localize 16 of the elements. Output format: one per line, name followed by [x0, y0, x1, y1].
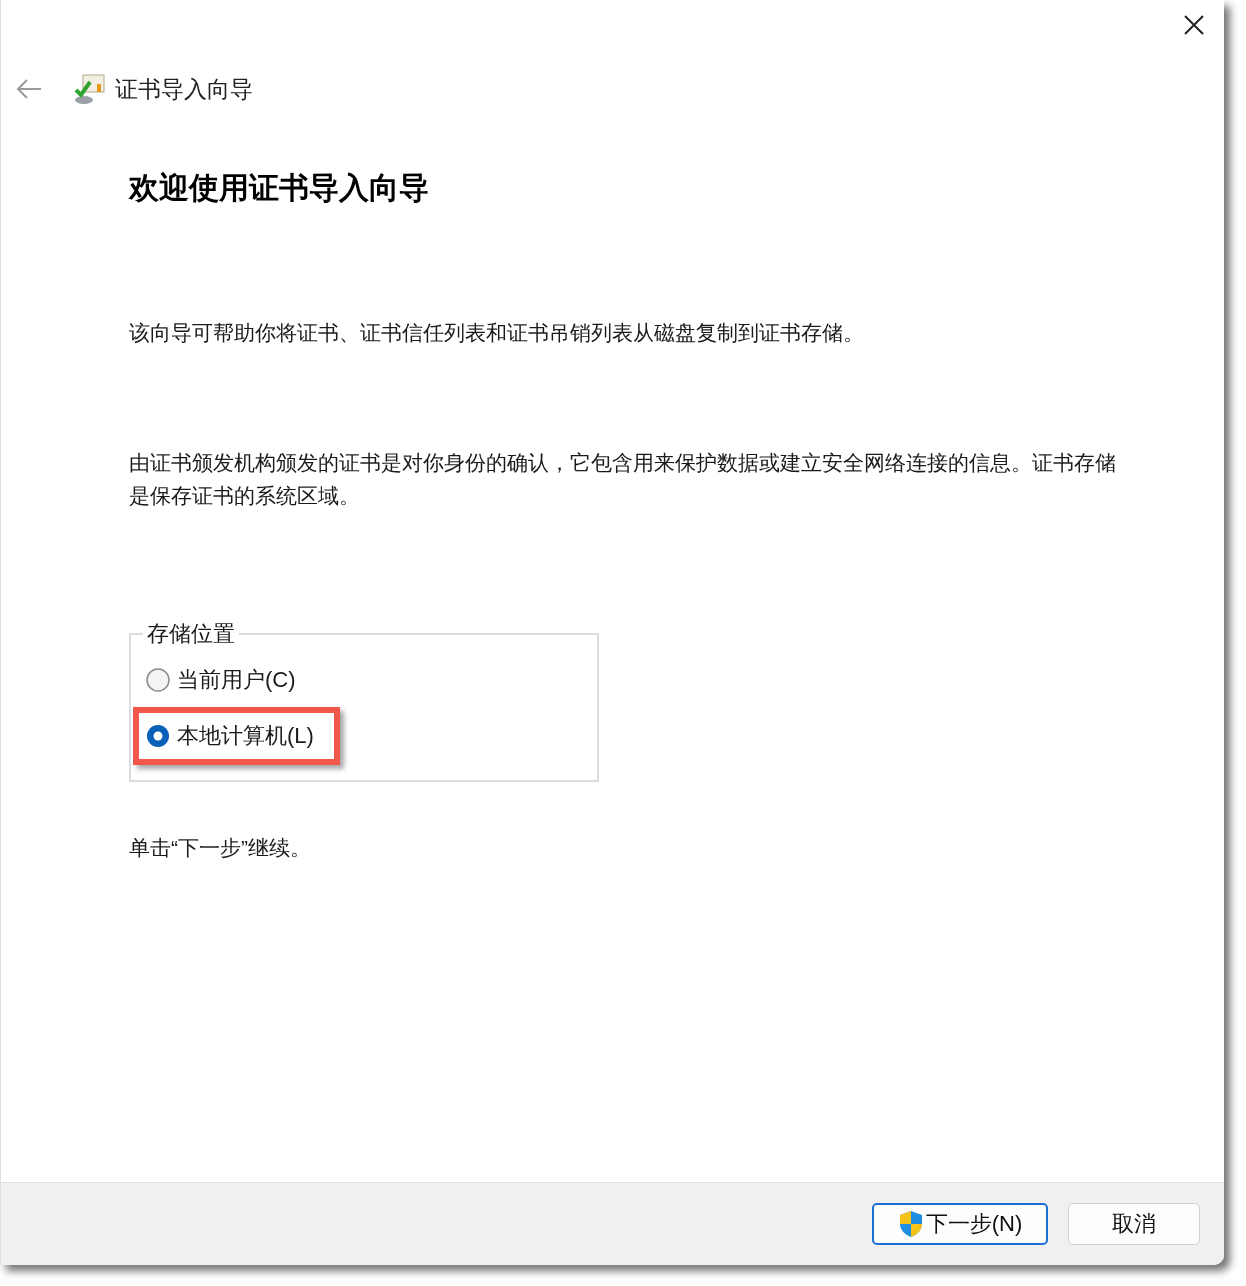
- radio-button[interactable]: [145, 667, 171, 693]
- radio-option[interactable]: 当前用户(C): [139, 661, 302, 699]
- description-text: 由证书颁发机构颁发的证书是对你身份的确认，它包含用来保护数据或建立安全网络连接的信息。证书存储是保存证书的系统区域。: [129, 450, 1117, 509]
- close-icon: [1184, 15, 1204, 35]
- radio-option[interactable]: 本地计算机(L): [139, 713, 334, 759]
- hint-text: 单击“下一步”继续。: [129, 835, 312, 861]
- description-text: 该向导可帮助你将证书、证书信任列表和证书吊销列表从磁盘复制到证书存储。: [129, 320, 865, 346]
- wizard-heading: 欢迎使用证书导入向导: [129, 170, 430, 206]
- window-title: 证书导入向导: [115, 74, 253, 104]
- next-button[interactable]: 下一步(N): [872, 1203, 1048, 1245]
- group-legend: 存储位置: [143, 619, 239, 649]
- back-arrow-icon: [16, 79, 42, 99]
- certificate-icon: [73, 73, 105, 105]
- radio-button[interactable]: [145, 723, 171, 749]
- cancel-button[interactable]: 取消: [1068, 1203, 1200, 1245]
- shield-icon: [897, 1210, 924, 1238]
